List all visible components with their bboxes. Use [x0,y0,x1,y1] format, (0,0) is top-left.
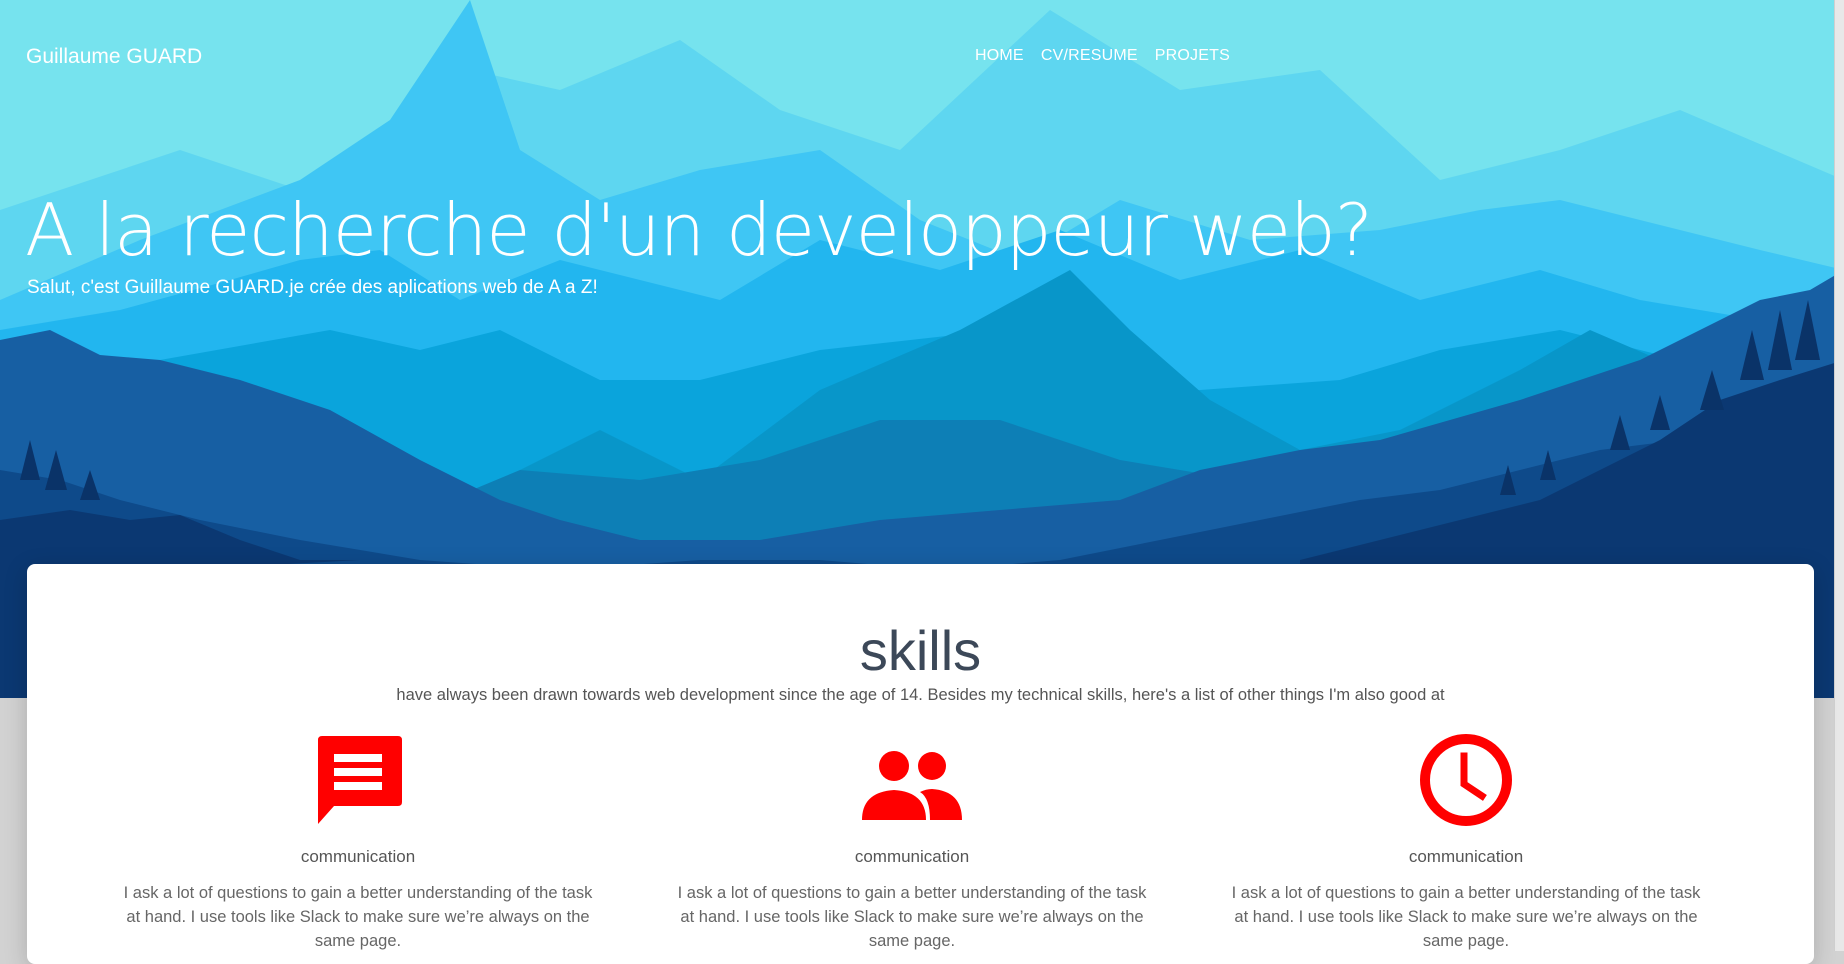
skill-feature-text: I ask a lot of questions to gain a bette… [1231,884,1701,950]
skills-title: skills [859,619,982,682]
nav-link-cv-resume[interactable]: CV/RESUME [1041,47,1138,65]
skill-feature-name: communication [854,847,970,866]
skill-feature-2: communication I ask a lot of questions t… [662,729,1162,953]
nav-link-home[interactable]: HOME [975,47,1024,65]
scrollbar-track[interactable] [1834,0,1844,951]
skills-card: skills have always been drawn towards we… [27,564,1814,964]
hero-subtitle: Salut, c'est Guillaume GUARD.je crée des… [27,277,598,298]
brand-logo-text[interactable]: Guillaume GUARD [26,45,202,69]
people-icon [862,751,962,820]
skill-feature-name: communication [1408,847,1524,866]
skill-feature-3: communication I ask a lot of questions t… [1216,729,1716,953]
skill-feature-text: I ask a lot of questions to gain a bette… [677,884,1147,950]
nav-link-projets[interactable]: PROJETS [1155,47,1230,65]
skill-feature-text: I ask a lot of questions to gain a bette… [123,884,593,950]
navbar: Guillaume GUARD HOME CV/RESUME PROJETS [0,0,1834,112]
skills-description: have always been drawn towards web devel… [396,686,1445,704]
nav-links: HOME CV/RESUME PROJETS [975,47,1247,65]
skill-feature-1: communication I ask a lot of questions t… [108,729,608,953]
skill-feature-name: communication [300,847,416,866]
clock-icon [1420,734,1512,826]
hero-title: A la recherche d'un developpeur web? [25,188,1373,272]
chat-icon [318,736,402,824]
